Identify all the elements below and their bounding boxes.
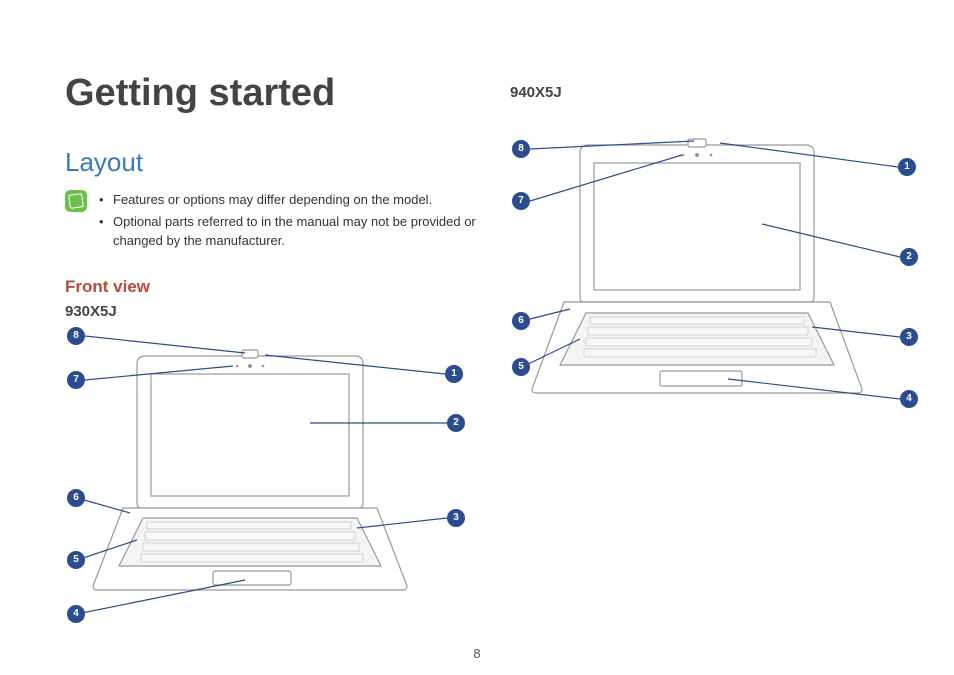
front-view-heading: Front view — [65, 277, 485, 297]
callout-4: 4 — [67, 605, 85, 623]
callout-7: 7 — [67, 371, 85, 389]
callout-7: 7 — [512, 192, 530, 210]
note-icon — [65, 190, 87, 212]
callout-3: 3 — [900, 328, 918, 346]
page-number: 8 — [0, 646, 954, 661]
note-item: Optional parts referred to in the manual… — [99, 212, 485, 251]
callout-8: 8 — [512, 140, 530, 158]
callout-8: 8 — [67, 327, 85, 345]
callout-2: 2 — [447, 414, 465, 432]
callout-1: 1 — [445, 365, 463, 383]
model-label-b: 940X5J — [510, 84, 930, 101]
diagram-930x5j: 1 2 3 4 5 6 7 8 — [65, 328, 485, 628]
note-block: Features or options may differ depending… — [65, 190, 485, 253]
callout-2: 2 — [900, 248, 918, 266]
page-title: Getting started — [65, 72, 485, 115]
callout-5: 5 — [67, 551, 85, 569]
note-item: Features or options may differ depending… — [99, 190, 485, 210]
callout-6: 6 — [512, 312, 530, 330]
callout-6: 6 — [67, 489, 85, 507]
callout-1: 1 — [898, 158, 916, 176]
callout-4: 4 — [900, 390, 918, 408]
section-title: Layout — [65, 147, 485, 178]
callout-5: 5 — [512, 358, 530, 376]
diagram-940x5j: 1 2 3 4 5 6 7 8 — [510, 109, 930, 429]
model-label-a: 930X5J — [65, 303, 485, 320]
callout-3: 3 — [447, 509, 465, 527]
